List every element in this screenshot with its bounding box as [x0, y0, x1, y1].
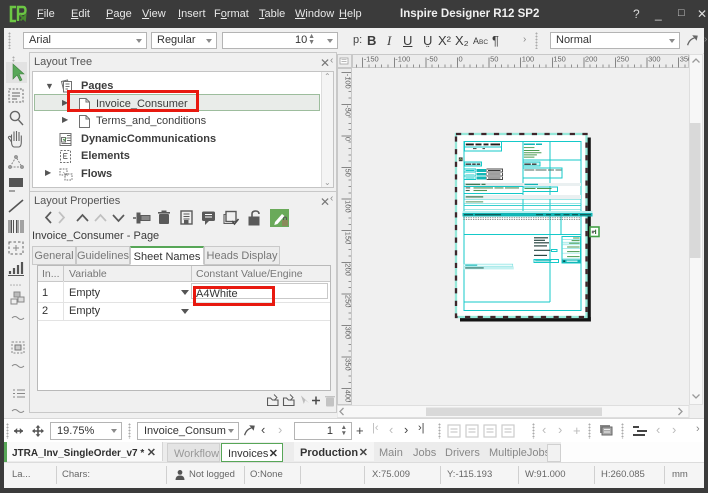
svg-text:250: 250: [344, 295, 353, 308]
svg-text:0: 0: [344, 137, 353, 141]
svg-text:350: 350: [344, 358, 353, 371]
svg-text:100: 100: [344, 200, 353, 213]
svg-text:0: 0: [459, 55, 463, 64]
svg-text:100: 100: [522, 55, 535, 64]
svg-text:50: 50: [344, 169, 353, 177]
svg-text:-50: -50: [427, 55, 438, 64]
svg-text:-50: -50: [344, 105, 353, 116]
svg-text:300: 300: [648, 55, 661, 64]
svg-text:50: 50: [490, 55, 498, 64]
svg-text:200: 200: [344, 263, 353, 276]
svg-text:250: 250: [617, 55, 630, 64]
svg-text:150: 150: [344, 232, 353, 245]
svg-text:-100: -100: [344, 74, 353, 89]
svg-text:-150: -150: [364, 55, 379, 64]
svg-text:200: 200: [585, 55, 598, 64]
svg-text:-100: -100: [395, 55, 410, 64]
svg-text:150: 150: [553, 55, 566, 64]
svg-text:300: 300: [344, 327, 353, 340]
svg-text:400: 400: [344, 390, 353, 403]
